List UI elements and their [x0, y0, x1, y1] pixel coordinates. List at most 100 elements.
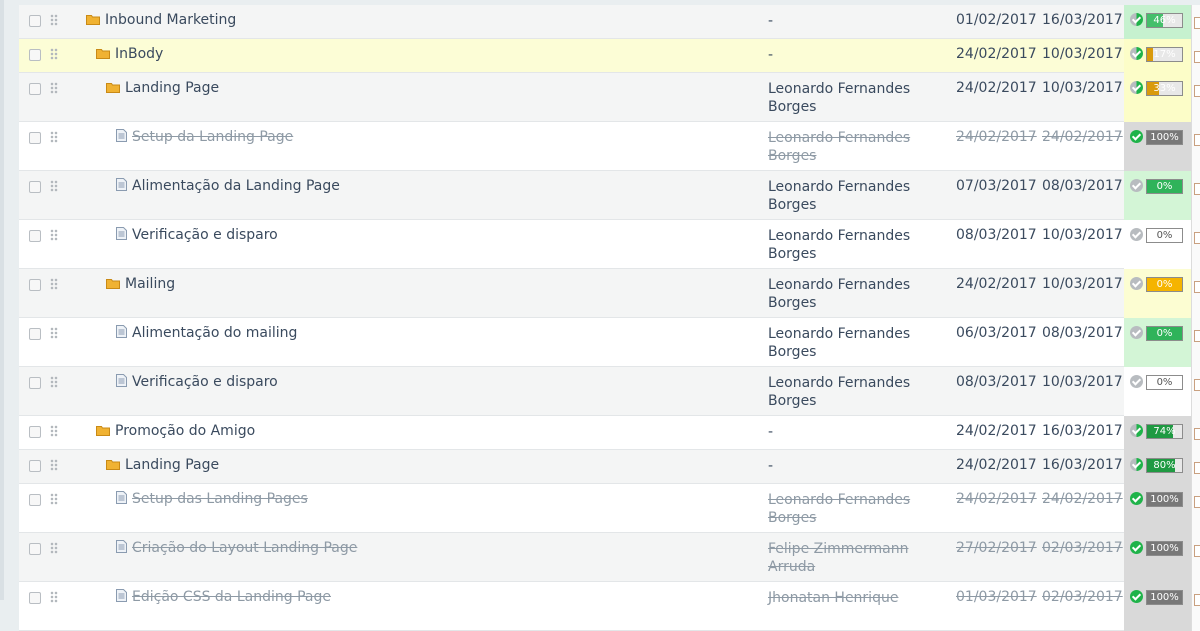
row-checkbox[interactable] — [29, 460, 41, 472]
complete-check-icon[interactable] — [1130, 81, 1143, 94]
table-row[interactable]: Alimentação do mailing Leonardo Fernandes… — [19, 318, 1200, 367]
progress-cell: 100% — [1124, 582, 1192, 631]
table-row[interactable]: Alimentação da Landing Page Leonardo Fern… — [19, 171, 1200, 220]
drag-handle-icon[interactable] — [50, 229, 58, 241]
row-checkbox[interactable] — [29, 426, 41, 438]
complete-check-icon[interactable] — [1130, 130, 1143, 143]
progress-percent: 0% — [1156, 181, 1173, 192]
task-name[interactable]: Criação do Layout Landing Page — [116, 540, 357, 556]
group-name[interactable]: InBody — [96, 46, 163, 62]
progress-bar: 46% — [1146, 13, 1183, 28]
row-checkbox[interactable] — [29, 494, 41, 506]
group-name[interactable]: Mailing — [106, 276, 175, 292]
complete-check-icon[interactable] — [1130, 13, 1143, 26]
row-edge-cell — [1191, 533, 1200, 582]
row-checkbox[interactable] — [29, 181, 41, 193]
progress-bar: 100% — [1146, 541, 1183, 556]
drag-handle-icon[interactable] — [50, 376, 58, 388]
drag-handle-icon[interactable] — [50, 48, 58, 60]
row-edge-cell — [1191, 39, 1200, 73]
owner-cell: Leonardo Fernandes Borges — [768, 179, 911, 213]
table-row[interactable]: Promoção do Amigo - 24/02/2017 16/03/2017 74… — [19, 416, 1200, 450]
folder-icon — [86, 14, 100, 25]
table-row[interactable]: Mailing Leonardo Fernandes Borges 24/02/20… — [19, 269, 1200, 318]
complete-check-icon[interactable] — [1130, 375, 1143, 388]
drag-handle-icon[interactable] — [50, 493, 58, 505]
drag-handle-icon[interactable] — [50, 14, 58, 26]
drag-handle-icon[interactable] — [50, 459, 58, 471]
row-checkbox[interactable] — [29, 543, 41, 555]
task-name[interactable]: Alimentação do mailing — [116, 325, 297, 341]
progress-percent: 74% — [1153, 426, 1176, 437]
table-row[interactable]: Criação do Layout Landing Page Felipe Zim… — [19, 533, 1200, 582]
row-name-label: Setup das Landing Pages — [132, 491, 308, 507]
owner-cell: Leonardo Fernandes Borges — [768, 375, 911, 409]
progress-cell: 0% — [1124, 367, 1192, 416]
row-checkbox[interactable] — [29, 592, 41, 604]
row-checkbox[interactable] — [29, 49, 41, 61]
drag-handle-icon[interactable] — [50, 542, 58, 554]
table-row[interactable]: Inbound Marketing - 01/02/2017 16/03/2017 46… — [19, 5, 1200, 39]
row-checkbox[interactable] — [29, 377, 41, 389]
complete-check-icon[interactable] — [1130, 541, 1143, 554]
row-edge-cell — [1191, 220, 1200, 269]
drag-handle-icon[interactable] — [50, 82, 58, 94]
complete-check-icon[interactable] — [1130, 326, 1143, 339]
progress-percent: 80% — [1153, 460, 1176, 471]
drag-handle-icon[interactable] — [50, 278, 58, 290]
start-date: 24/02/2017 — [956, 129, 1037, 145]
end-date: 08/03/2017 — [1042, 178, 1123, 194]
row-checkbox[interactable] — [29, 230, 41, 242]
drag-handle-icon[interactable] — [50, 591, 58, 603]
drag-handle-icon[interactable] — [50, 180, 58, 192]
row-checkbox[interactable] — [29, 83, 41, 95]
group-name[interactable]: Landing Page — [106, 80, 219, 96]
group-name[interactable]: Inbound Marketing — [86, 12, 236, 28]
complete-check-icon[interactable] — [1130, 228, 1143, 241]
task-name[interactable]: Verificação e disparo — [116, 227, 278, 243]
complete-check-icon[interactable] — [1130, 277, 1143, 290]
complete-check-icon[interactable] — [1130, 179, 1143, 192]
task-name[interactable]: Verificação e disparo — [116, 374, 278, 390]
task-name[interactable]: Setup das Landing Pages — [116, 491, 308, 507]
row-checkbox[interactable] — [29, 279, 41, 291]
row-name-label: Landing Page — [125, 457, 220, 473]
drag-handle-icon[interactable] — [50, 425, 58, 437]
progress-bar: 74% — [1146, 424, 1183, 439]
row-name-label: InBody — [115, 46, 164, 62]
task-name[interactable]: Alimentação da Landing Page — [116, 178, 340, 194]
group-name[interactable]: Landing Page — [106, 457, 219, 473]
table-row[interactable]: InBody - 24/02/2017 10/03/2017 17% — [19, 39, 1200, 73]
start-date: 27/02/2017 — [956, 540, 1037, 556]
row-checkbox[interactable] — [29, 328, 41, 340]
complete-check-icon[interactable] — [1130, 424, 1143, 437]
row-edge-cell — [1191, 269, 1200, 318]
drag-handle-icon[interactable] — [50, 327, 58, 339]
table-row[interactable]: Verificação e disparo Leonardo Fernandes … — [19, 367, 1200, 416]
group-name[interactable]: Promoção do Amigo — [96, 423, 255, 439]
complete-check-icon[interactable] — [1130, 458, 1143, 471]
row-checkbox[interactable] — [29, 132, 41, 144]
end-date: 10/03/2017 — [1042, 227, 1123, 243]
progress-percent: 0% — [1156, 377, 1173, 388]
complete-check-icon[interactable] — [1130, 47, 1143, 60]
row-name-label: Edição CSS da Landing Page — [132, 589, 331, 605]
task-name[interactable]: Edição CSS da Landing Page — [116, 589, 331, 605]
end-date: 24/02/2017 — [1042, 491, 1123, 507]
drag-handle-icon[interactable] — [50, 131, 58, 143]
end-date: 16/03/2017 — [1042, 457, 1123, 473]
progress-bar: 80% — [1146, 458, 1183, 473]
complete-check-icon[interactable] — [1130, 492, 1143, 505]
table-row[interactable]: Landing Page Leonardo Fernandes Borges 24/… — [19, 73, 1200, 122]
task-name[interactable]: Setup da Landing Page — [116, 129, 293, 145]
table-row[interactable]: Setup das Landing Pages Leonardo Fernande… — [19, 484, 1200, 533]
table-row[interactable]: Edição CSS da Landing Page Jhonatan Henri… — [19, 582, 1200, 631]
table-row[interactable]: Landing Page - 24/02/2017 16/03/2017 80% — [19, 450, 1200, 484]
progress-bar: 0% — [1146, 228, 1183, 243]
row-checkbox[interactable] — [29, 15, 41, 27]
table-row[interactable]: Setup da Landing Page Leonardo Fernandes … — [19, 122, 1200, 171]
progress-bar: 33% — [1146, 81, 1183, 96]
table-row[interactable]: Verificação e disparo Leonardo Fernandes … — [19, 220, 1200, 269]
complete-check-icon[interactable] — [1130, 590, 1143, 603]
folder-icon — [96, 48, 110, 59]
